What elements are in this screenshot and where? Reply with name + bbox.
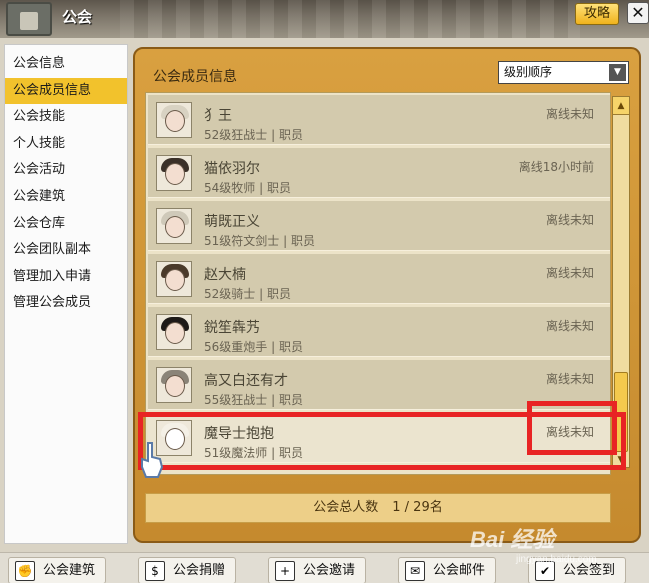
strategy-button[interactable]: 攻略 bbox=[575, 3, 619, 25]
member-name: 猫依羽尔 bbox=[204, 161, 260, 177]
guild-donation-button[interactable]: $ 公会捐赠 bbox=[138, 557, 237, 583]
avatar bbox=[156, 155, 192, 191]
scroll-thumb[interactable] bbox=[614, 372, 628, 452]
member-name: 魔导士抱抱 bbox=[204, 426, 274, 442]
pointer-hand-icon bbox=[141, 442, 164, 478]
avatar bbox=[156, 261, 192, 297]
member-status: 离线未知 bbox=[545, 319, 594, 333]
sidebar-item-personal-skills[interactable]: 个人技能 bbox=[5, 131, 127, 158]
member-list: 犭王 52级狂战士 | 职员 离线未知 猫依羽尔 54级牧师 | 职员 离线18… bbox=[145, 92, 611, 475]
member-info: 51级符文剑士 | 职员 bbox=[204, 234, 315, 248]
plus-icon: + bbox=[275, 561, 295, 581]
member-status: 离线未知 bbox=[545, 213, 594, 227]
sidebar-item-manage-members[interactable]: 管理公会成员 bbox=[5, 290, 127, 317]
member-name: 高又白还有才 bbox=[204, 373, 288, 389]
member-list-scrollbar[interactable]: ▲ ▼ bbox=[612, 96, 630, 468]
member-status: 离线未知 bbox=[545, 372, 594, 386]
watermark-url: jingyan.baidu.com bbox=[516, 554, 597, 565]
scroll-down-icon[interactable]: ▼ bbox=[613, 453, 629, 467]
member-info: 55级狂战士 | 职员 bbox=[204, 393, 303, 407]
member-status: 离线未知 bbox=[545, 266, 594, 280]
member-name: 犭王 bbox=[204, 108, 232, 124]
member-info: 54级牧师 | 职员 bbox=[204, 181, 291, 195]
fist-icon: ✊ bbox=[15, 561, 35, 581]
member-name: 鋭笙犇艿 bbox=[204, 320, 260, 336]
guild-invite-button[interactable]: + 公会邀请 bbox=[268, 557, 367, 583]
list-item[interactable]: 萌既正义 51级符文剑士 | 职员 离线未知 bbox=[148, 201, 610, 251]
close-icon[interactable]: ✕ bbox=[627, 2, 649, 24]
member-status: 离线未知 bbox=[545, 425, 594, 439]
titlebar-background bbox=[120, 0, 580, 38]
sidebar-item-guild-buildings[interactable]: 公会建筑 bbox=[5, 184, 127, 211]
panel-title: 公会成员信息 bbox=[153, 69, 237, 85]
member-total-label: 公会总人数 bbox=[313, 500, 379, 515]
guild-building-button[interactable]: ✊ 公会建筑 bbox=[8, 557, 107, 583]
avatar bbox=[156, 102, 192, 138]
member-info: 51级魔法师 | 职员 bbox=[204, 446, 303, 460]
sidebar: 公会信息 公会成员信息 公会技能 个人技能 公会活动 公会建筑 公会仓库 公会团… bbox=[4, 44, 128, 544]
sort-dropdown[interactable]: 级别顺序 ▼ bbox=[498, 61, 629, 84]
guild-donation-label: 公会捐赠 bbox=[173, 563, 226, 578]
guild-icon bbox=[6, 2, 52, 36]
sidebar-item-guild-activities[interactable]: 公会活动 bbox=[5, 157, 127, 184]
member-total-count: 1 / 29名 bbox=[392, 500, 443, 515]
list-item[interactable]: 魔导士抱抱 51级魔法师 | 职员 离线未知 bbox=[148, 413, 610, 463]
window-title: 公会 bbox=[62, 8, 93, 26]
guild-building-label: 公会建筑 bbox=[43, 563, 96, 578]
avatar bbox=[156, 208, 192, 244]
sort-selected-value: 级别顺序 bbox=[504, 65, 553, 79]
list-item[interactable]: 犭王 52级狂战士 | 职员 离线未知 bbox=[148, 95, 610, 145]
member-info: 52级狂战士 | 职员 bbox=[204, 128, 303, 142]
guild-invite-label: 公会邀请 bbox=[303, 563, 356, 578]
list-item[interactable]: 赵大楠 52级骑士 | 职员 离线未知 bbox=[148, 254, 610, 304]
mail-icon: ✉ bbox=[405, 561, 425, 581]
window-titlebar bbox=[0, 0, 649, 38]
member-name: 萌既正义 bbox=[204, 214, 260, 230]
member-total: 公会总人数 1 / 29名 bbox=[145, 493, 611, 523]
list-item[interactable]: 高又白还有才 55级狂战士 | 职员 离线未知 bbox=[148, 360, 610, 410]
member-name: 赵大楠 bbox=[204, 267, 246, 283]
sidebar-item-guild-raid[interactable]: 公会团队副本 bbox=[5, 237, 127, 264]
scroll-up-icon[interactable]: ▲ bbox=[613, 97, 629, 115]
donation-icon: $ bbox=[145, 561, 165, 581]
avatar bbox=[156, 314, 192, 350]
avatar bbox=[156, 367, 192, 403]
sidebar-item-guild-storage[interactable]: 公会仓库 bbox=[5, 211, 127, 238]
member-status: 离线未知 bbox=[545, 107, 594, 121]
sidebar-item-join-requests[interactable]: 管理加入申请 bbox=[5, 264, 127, 291]
list-item[interactable]: 鋭笙犇艿 56级重炮手 | 职员 离线未知 bbox=[148, 307, 610, 357]
watermark-brand: Bai 经验 bbox=[470, 527, 555, 552]
member-info: 56级重炮手 | 职员 bbox=[204, 340, 303, 354]
sidebar-item-guild-info[interactable]: 公会信息 bbox=[5, 51, 127, 78]
list-item[interactable]: 猫依羽尔 54级牧师 | 职员 离线18小时前 bbox=[148, 148, 610, 198]
member-info: 52级骑士 | 职员 bbox=[204, 287, 291, 301]
watermark: Bai 经验 jingyan.baidu.com bbox=[470, 522, 620, 572]
member-status: 离线18小时前 bbox=[518, 160, 594, 174]
chevron-down-icon[interactable]: ▼ bbox=[609, 64, 626, 81]
sidebar-item-guild-members[interactable]: 公会成员信息 bbox=[5, 77, 127, 105]
sidebar-item-guild-skills[interactable]: 公会技能 bbox=[5, 104, 127, 131]
